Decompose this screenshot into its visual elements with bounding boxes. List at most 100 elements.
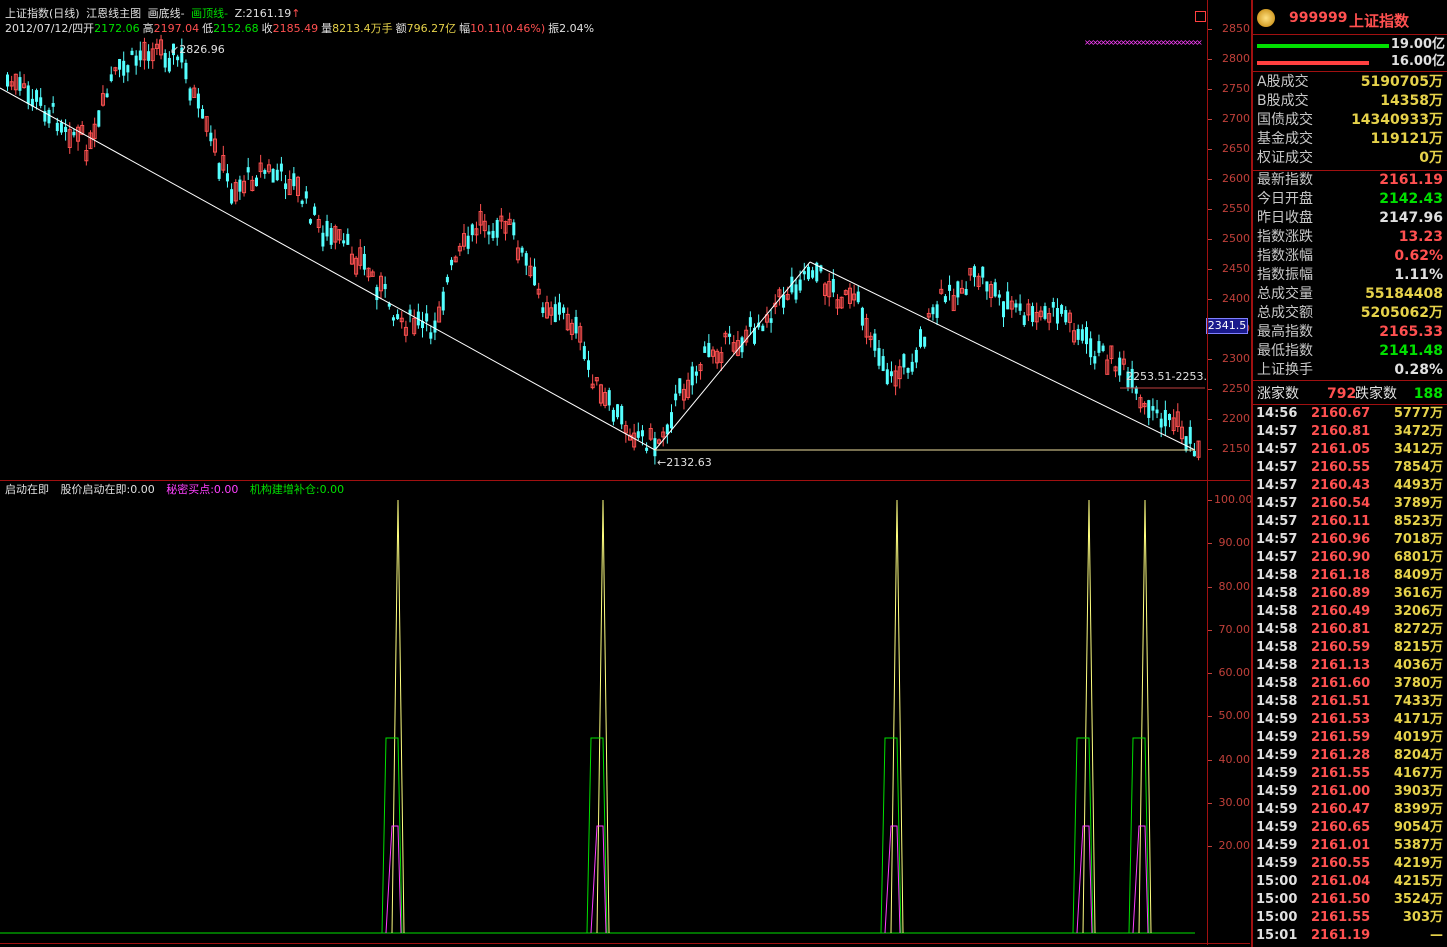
tick-time: 14:59 — [1256, 838, 1298, 853]
tick-volume: 4215万 — [1393, 874, 1443, 889]
tick-time: 14:58 — [1256, 676, 1298, 691]
candle-body — [1085, 327, 1088, 345]
trend-line[interactable] — [809, 261, 1196, 451]
tick-list[interactable]: 14:56 2160.67 5777万 14:57 2160.81 3472万 14:57 2… — [1253, 405, 1447, 945]
candle-body — [703, 346, 707, 353]
tick-time: 14:57 — [1256, 460, 1298, 475]
candle-body — [167, 57, 171, 72]
stat-row: A股成交 5190705万 — [1253, 73, 1447, 92]
tick-price: 2161.00 — [1311, 784, 1371, 799]
candle-body — [798, 279, 802, 291]
tick-row: 14:56 2160.67 5777万 — [1253, 405, 1447, 423]
y-tick-label: 100.00 — [1214, 493, 1253, 506]
signal-spike-yellow — [1082, 499, 1096, 934]
y-tick-mark — [1208, 299, 1212, 300]
tick-row: 14:57 2160.81 3472万 — [1253, 423, 1447, 441]
tick-row: 14:59 2161.00 3903万 — [1253, 783, 1447, 801]
tick-time: 14:59 — [1256, 748, 1298, 763]
tick-row: 14:58 2160.59 8215万 — [1253, 639, 1447, 657]
tick-price: 2161.51 — [1311, 694, 1371, 709]
maximize-icon[interactable] — [1195, 11, 1206, 22]
candle-body — [1101, 345, 1105, 352]
candle-body — [636, 431, 640, 438]
candle-body — [271, 168, 275, 183]
quote-header[interactable]: 999999 上证指数 — [1253, 6, 1447, 32]
y-tick-mark — [1208, 419, 1212, 420]
candle-body — [794, 284, 798, 300]
candle-body — [425, 313, 429, 322]
tick-volume: 8409万 — [1393, 568, 1443, 583]
tick-price: 2161.53 — [1311, 712, 1371, 727]
candle-body — [445, 276, 449, 283]
candle-body — [300, 200, 304, 204]
candle-body — [284, 183, 288, 190]
tick-volume: 7433万 — [1393, 694, 1443, 709]
tick-time: 14:58 — [1256, 586, 1298, 601]
stat-row: 总成交额 5205062万 — [1253, 304, 1447, 323]
candle-body — [26, 85, 30, 104]
candle-body — [582, 346, 586, 360]
y-tick-mark — [1208, 673, 1212, 674]
main-chart-area[interactable]: 上证指数(日线) 江恩线主图 画底线- 画顶线- Z:2161.19↑ 2012… — [0, 0, 1250, 480]
kline-chart[interactable]: ××××××××××××××××××××××××××××× — [0, 0, 1250, 480]
candle-body — [1076, 328, 1080, 340]
candle-body — [396, 314, 400, 320]
candle-body — [873, 333, 877, 351]
y-tick-mark — [1208, 586, 1212, 588]
indicator-chart-area[interactable]: 启动在即 股价启动在即:0.00 秘密买点:0.00 机构建增补仓:0.00 — [0, 481, 1208, 943]
tick-row: 14:58 2160.89 3616万 — [1253, 585, 1447, 603]
candle-body — [138, 50, 142, 61]
tick-volume: 8399万 — [1393, 802, 1443, 817]
candle-body — [342, 240, 346, 244]
candle-body — [956, 281, 960, 298]
candle-body — [670, 412, 673, 429]
candle-body — [279, 163, 283, 172]
y-tick-label: 2600 — [1222, 172, 1250, 185]
candle-body — [906, 368, 910, 373]
tick-time: 14:59 — [1256, 802, 1298, 817]
tick-time: 14:59 — [1256, 712, 1298, 727]
tick-row: 14:59 2160.65 9054万 — [1253, 819, 1447, 837]
candle-body — [313, 206, 317, 215]
tick-price: 2160.55 — [1311, 856, 1371, 871]
candle-body — [383, 283, 387, 290]
stat-value: 14358万 — [1380, 93, 1443, 109]
candle-body — [491, 230, 495, 239]
candle-body — [1159, 418, 1163, 428]
candle-body — [856, 291, 860, 303]
candle-body — [217, 163, 221, 179]
trend-line[interactable] — [0, 87, 656, 451]
tick-time: 14:58 — [1256, 622, 1298, 637]
candle-body — [1055, 308, 1059, 324]
tick-volume: 5387万 — [1393, 838, 1443, 853]
candle-body — [1031, 306, 1035, 322]
stat-row: 最高指数 2165.33 — [1253, 323, 1447, 342]
indicator-chart[interactable] — [0, 481, 1208, 943]
candle-body — [512, 222, 516, 236]
tick-price: 2161.60 — [1311, 676, 1371, 691]
tick-volume: 4036万 — [1393, 658, 1443, 673]
high-annotation: ↙2826.96 — [170, 43, 225, 56]
candle-body — [1151, 406, 1155, 411]
tick-row: 14:57 2160.54 3789万 — [1253, 495, 1447, 513]
candle-body — [176, 56, 180, 61]
candle-body — [885, 369, 889, 385]
stat-value: 2142.43 — [1379, 191, 1443, 207]
y-tick-label: 2300 — [1222, 352, 1250, 365]
tick-row: 15:00 2161.50 3524万 — [1253, 891, 1447, 909]
candle-body — [640, 430, 644, 437]
candle-body — [230, 189, 234, 204]
tick-time: 15:00 — [1256, 892, 1298, 907]
candle-body — [997, 294, 1001, 298]
y-tick-label: 2200 — [1222, 412, 1250, 425]
stat-row: 今日开盘 2142.43 — [1253, 190, 1447, 209]
tick-volume: 4019万 — [1393, 730, 1443, 745]
candle-body — [391, 317, 395, 321]
trend-line[interactable] — [654, 261, 811, 451]
tick-price: 2161.18 — [1311, 568, 1371, 583]
candle-body — [55, 122, 59, 132]
candle-body — [914, 349, 918, 363]
candle-body — [1060, 305, 1064, 314]
stat-label: A股成交 — [1257, 74, 1309, 90]
y-tick-mark — [1208, 89, 1212, 90]
